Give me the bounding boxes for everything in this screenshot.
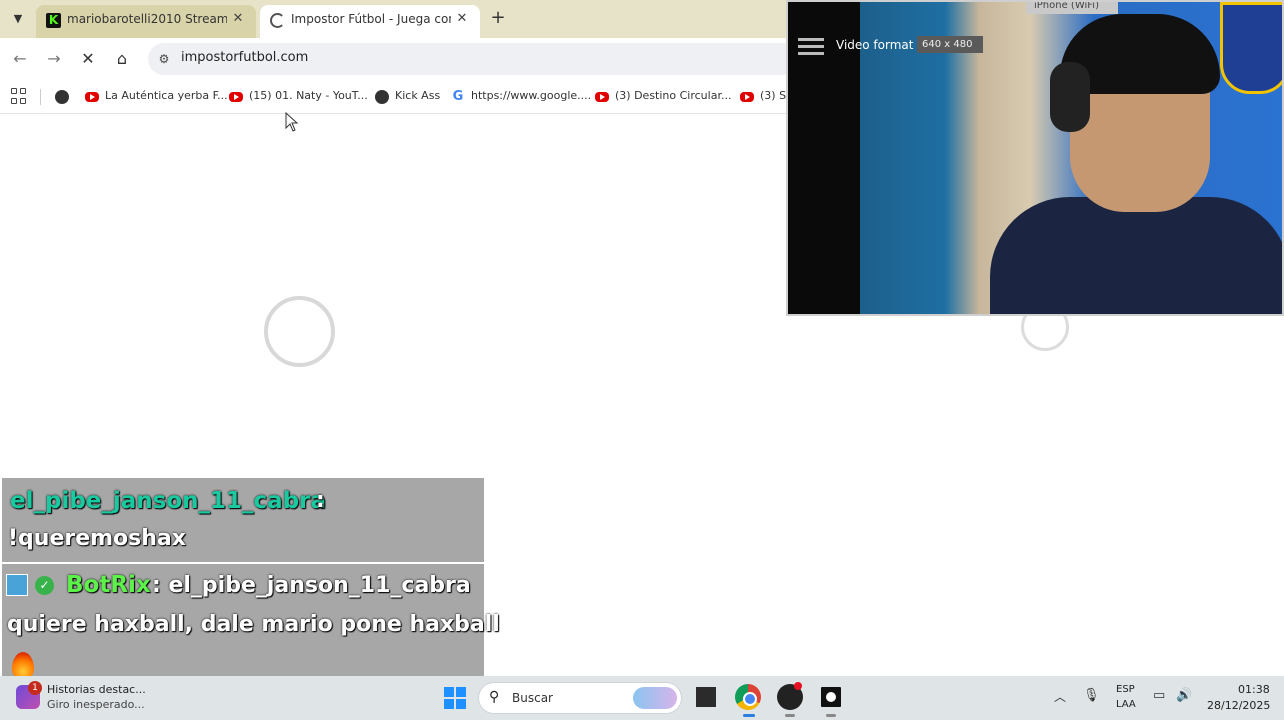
close-icon[interactable]: ✕ [454,11,470,27]
clock-date[interactable]: 28/12/2025 [1207,699,1270,712]
language-indicator[interactable]: ESP [1116,684,1135,695]
bookmark-label: Kick Ass [395,89,441,102]
windows-start-icon[interactable] [444,687,466,709]
search-icon: ⚲ [489,689,500,705]
widget-headline[interactable]: Historias destac... [47,683,146,696]
device-select[interactable]: iPhone (WiFi) [1026,2,1118,14]
keyboard-layout-indicator[interactable]: LAA [1116,699,1136,710]
bookmark-item[interactable]: G https://www.google.... [451,80,591,113]
bookmark-item[interactable]: Kick Ass [375,80,445,113]
apps-grid-icon[interactable] [11,88,27,104]
chat-message: ✓ BotRix : el_pibe_janson_11_cabra quier… [2,564,500,688]
site-settings-icon[interactable]: ⚙ [156,51,172,67]
bookmark-item[interactable]: (3) Destino Circular... [595,80,732,113]
bookmark-label: (3) Destino Circular... [615,89,732,102]
taskbar-search[interactable]: ⚲ Buscar [478,682,682,714]
tab-strip: ▼ K mariobarotelli2010 Stream - W ✕ Impo… [0,0,786,38]
tab-search-chevron-icon[interactable]: ▼ [8,9,28,29]
url-text[interactable]: impostorfutbol.com [181,50,308,65]
chat-text-line1: : el_pibe_janson_11_cabra [152,573,471,598]
camera-app-icon[interactable] [818,684,844,710]
bookmark-label: https://www.google.... [471,89,592,102]
chat-message: el_pibe_janson_11_cabra : !queremoshax [2,478,484,562]
team-flag-image [1220,2,1282,94]
chat-separator: : [316,488,325,513]
active-app-indicator [743,714,755,717]
running-app-indicator [785,714,795,717]
volume-icon[interactable]: 🔊 [1176,688,1192,720]
forward-arrow-icon[interactable]: → [44,49,64,69]
tab-title: mariobarotelli2010 Stream - W [67,12,227,26]
google-icon: G [452,89,464,104]
new-tab-button[interactable]: + [488,8,508,28]
recording-dot-icon [794,682,802,690]
widget-subtitle[interactable]: Giro inesperado... [47,698,145,711]
video-format-label: Video format [836,38,914,52]
back-arrow-icon[interactable]: ← [10,49,30,69]
loading-spinner-icon [270,13,285,28]
youtube-icon [740,92,754,102]
stream-chat-overlay: el_pibe_janson_11_cabra : !queremoshax ✓… [2,478,500,688]
bot-badge-icon [6,574,28,596]
tab-kick-stream[interactable]: K mariobarotelli2010 Stream - W ✕ [36,5,256,38]
bookmark-item[interactable]: La Auténtica yerba F... [85,80,228,113]
verified-check-icon: ✓ [35,576,54,595]
home-icon[interactable]: ⌂ [112,49,132,69]
tab-impostor-futbol[interactable]: Impostor Fútbol - Juega con ar ✕ [260,5,480,38]
file-explorer-icon[interactable] [693,684,719,710]
bookmark-label: (3) Si [760,89,786,102]
youtube-icon [595,92,609,102]
microphone-icon[interactable]: 🎙 [1083,688,1100,720]
running-app-indicator [826,714,836,717]
bookmarks-bar: La Auténtica yerba F... (15) 01. Naty - … [0,80,786,114]
notification-badge: 1 [28,681,42,695]
bookmark-label: (15) 01. Naty - YouT... [249,89,368,102]
bookmark-label: La Auténtica yerba F... [105,89,228,102]
mouse-cursor-icon [285,112,299,132]
bookmarks-divider [40,89,41,105]
youtube-icon [85,92,99,102]
chat-username: el_pibe_janson_11_cabra [10,488,327,514]
close-icon[interactable]: ✕ [230,11,246,27]
bookmark-item[interactable]: (15) 01. Naty - YouT... [229,80,368,113]
chat-username: BotRix [66,572,151,598]
page-loading-spinner [264,296,335,367]
streamer-body [990,197,1282,314]
address-bar[interactable]: ⚙ impostorfutbol.com [148,43,788,75]
bookmark-item[interactable]: (3) Si [740,80,786,113]
clock-time[interactable]: 01:38 [1238,683,1270,696]
windows-taskbar: 1 Historias destac... Giro inesperado...… [0,676,1284,720]
tab-title: Impostor Fútbol - Juega con ar [291,12,451,26]
globe-icon [55,90,69,104]
bookmark-globe[interactable] [55,80,71,113]
network-icon[interactable]: ▭ [1153,688,1165,720]
kick-logo-icon: K [46,13,61,28]
menu-icon[interactable] [798,38,824,56]
chat-text: !queremoshax [8,526,186,551]
show-hidden-icons-chevron-icon[interactable]: ︿ [1054,688,1066,720]
stop-loading-icon[interactable]: ✕ [78,49,98,69]
browser-toolbar: ← → ✕ ⌂ ⚙ impostorfutbol.com [0,38,788,80]
chat-text-line2: quiere haxball, dale mario pone haxball [7,612,500,637]
globe-icon [375,90,389,104]
search-placeholder: Buscar [512,691,553,705]
search-highlight-image [633,687,677,709]
video-format-select[interactable]: 640 x 480 [917,36,983,53]
webcam-overlay: Video format 640 x 480 iPhone (WiFi) [786,0,1284,316]
headset-image [1050,62,1090,132]
youtube-icon [229,92,243,102]
chrome-icon[interactable] [735,684,761,710]
